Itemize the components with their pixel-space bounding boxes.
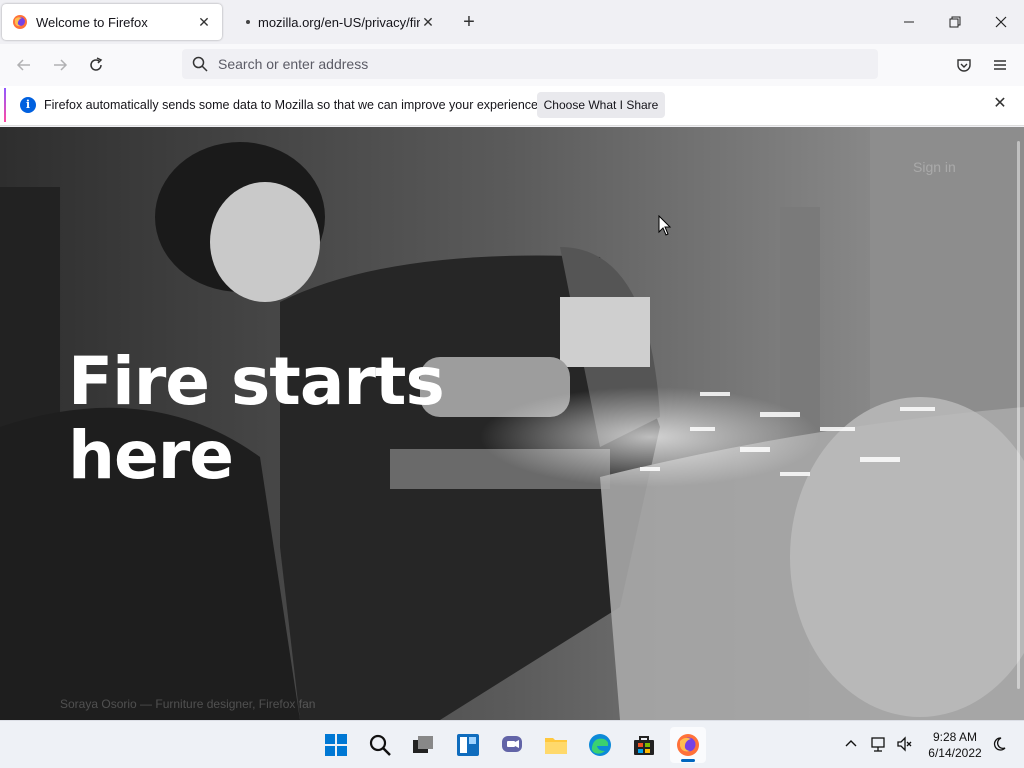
data-collection-notification: i Firefox automatically sends some data … — [0, 86, 1024, 126]
tab-strip: Welcome to Firefox ✕ mozilla.org/en-US/p… — [0, 0, 1024, 44]
welcome-page: Fire starts here Sign in Soraya Osorio —… — [0, 127, 1024, 720]
edge-icon[interactable] — [582, 727, 618, 763]
choose-what-i-share-button[interactable]: Choose What I Share — [537, 92, 665, 118]
store-icon[interactable] — [626, 727, 662, 763]
sign-in-link[interactable]: Sign in — [913, 159, 956, 175]
tab-privacy[interactable]: mozilla.org/en-US/privacy/firefox ✕ — [226, 4, 446, 40]
start-icon[interactable] — [318, 727, 354, 763]
search-icon[interactable] — [362, 727, 398, 763]
clock-time: 9:28 AM — [932, 730, 978, 744]
close-notification-icon[interactable]: ✕ — [990, 94, 1010, 114]
window-close-icon[interactable] — [978, 8, 1024, 36]
chevron-up-icon[interactable] — [840, 733, 862, 755]
close-tab-icon[interactable]: ✕ — [420, 14, 436, 30]
photo-credit: Soraya Osorio — Furniture designer, Fire… — [60, 697, 316, 711]
speaker-muted-icon[interactable] — [894, 733, 916, 755]
menu-icon[interactable] — [986, 52, 1014, 78]
new-tab-icon[interactable]: + — [458, 12, 480, 34]
system-clock[interactable]: 9:28 AM 6/14/2022 — [920, 729, 990, 761]
forward-icon[interactable] — [46, 52, 74, 78]
notification-message: Firefox automatically sends some data to… — [44, 98, 542, 112]
firefox-taskbar-icon[interactable] — [670, 727, 706, 763]
focus-assist-icon[interactable] — [988, 733, 1010, 755]
widgets-icon[interactable] — [450, 727, 486, 763]
reload-icon[interactable] — [82, 52, 110, 78]
task-view-icon[interactable] — [405, 727, 441, 763]
chat-icon[interactable] — [494, 727, 530, 763]
tab-title: Welcome to Firefox — [36, 14, 148, 30]
mouse-cursor-icon — [658, 215, 672, 236]
loading-dot-icon — [246, 20, 250, 24]
pocket-icon[interactable] — [950, 52, 978, 78]
tab-title: mozilla.org/en-US/privacy/firefox — [258, 14, 420, 30]
restore-icon[interactable] — [932, 8, 978, 36]
hero-headline: Fire starts here — [68, 343, 445, 494]
headline-line-2: here — [68, 417, 234, 494]
taskbar: 9:28 AM 6/14/2022 — [0, 720, 1024, 768]
info-icon: i — [20, 97, 36, 113]
close-tab-icon[interactable]: ✕ — [196, 14, 212, 30]
navigation-bar — [0, 44, 1024, 86]
active-indicator — [681, 759, 695, 762]
file-explorer-icon[interactable] — [538, 727, 574, 763]
clock-date: 6/14/2022 — [928, 746, 982, 760]
address-bar[interactable] — [182, 49, 878, 79]
back-icon[interactable] — [10, 52, 38, 78]
network-icon[interactable] — [868, 733, 890, 755]
minimize-icon[interactable] — [886, 8, 932, 36]
notification-accent-bar — [4, 88, 6, 122]
headline-line-1: Fire starts — [68, 343, 445, 420]
firefox-logo-icon — [13, 15, 27, 29]
search-input[interactable] — [216, 55, 820, 73]
tab-welcome[interactable]: Welcome to Firefox ✕ — [2, 4, 222, 40]
scrollbar[interactable] — [1017, 141, 1020, 689]
search-icon — [192, 56, 208, 72]
